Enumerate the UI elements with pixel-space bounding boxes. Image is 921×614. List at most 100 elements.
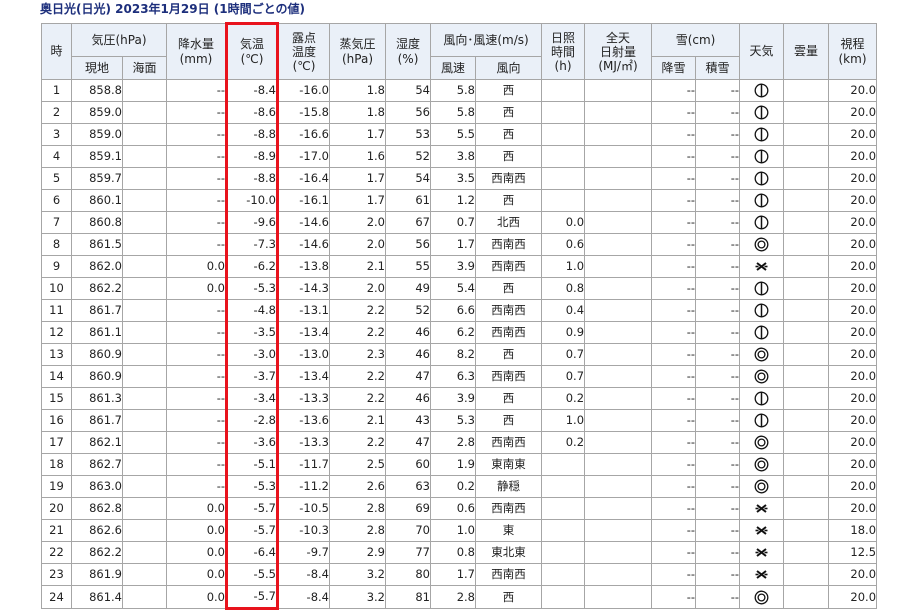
table-row: 6 860.1 -- -10.0 -16.1 1.7 61 1.2 西 -- -- 20.0 [41, 189, 878, 212]
header-snowfall: 降雪 [651, 56, 697, 80]
table-row: 18 862.7 -- -5.1 -11.7 2.5 60 1.9 東南東 -- -- 20.0 [41, 453, 878, 476]
vapor-pressure-cell: 2.1 [329, 255, 386, 278]
pressure-sea-cell [122, 387, 167, 410]
precipitation-cell: -- [166, 343, 227, 366]
radiation-cell [584, 497, 653, 520]
radiation-cell [584, 453, 653, 476]
humidity-cell: 49 [385, 277, 431, 300]
pressure-station-cell: 862.2 [71, 277, 123, 300]
temperature-cell: -3.7 [225, 365, 279, 388]
sunshine-cell: 1.0 [541, 409, 586, 432]
pressure-sea-cell [122, 79, 167, 102]
snow-icon [754, 501, 769, 516]
wind-direction-cell: 西 [474, 101, 543, 124]
cloud-cell [783, 409, 830, 432]
snowfall-cell: -- [651, 123, 697, 146]
pressure-sea-cell [122, 475, 167, 498]
precipitation-cell: -- [166, 453, 227, 476]
visibility-cell: 20.0 [828, 189, 878, 212]
cloud-cell [783, 123, 830, 146]
snow-depth-cell: -- [695, 453, 741, 476]
visibility-cell: 12.5 [828, 541, 878, 564]
snowfall-cell: -- [651, 387, 697, 410]
wind-direction-cell: 西 [474, 145, 543, 168]
cloudy-icon [754, 435, 769, 450]
snowfall-cell: -- [651, 497, 697, 520]
snow-depth-cell: -- [695, 255, 741, 278]
dew-point-cell: -13.6 [277, 409, 330, 432]
snowfall-cell: -- [651, 343, 697, 366]
precipitation-cell: 0.0 [166, 497, 227, 520]
snow-icon [754, 259, 769, 274]
snow-icon [754, 523, 769, 538]
snow-depth-cell: -- [695, 101, 741, 124]
visibility-cell: 20.0 [828, 255, 878, 278]
precipitation-cell: 0.0 [166, 585, 227, 609]
dew-point-cell: -13.4 [277, 365, 330, 388]
cloud-cell [783, 387, 830, 410]
cloudy-icon [754, 237, 769, 252]
wind-direction-cell: 静穏 [474, 475, 543, 498]
cloud-cell [783, 497, 830, 520]
wind-speed-cell: 2.8 [430, 585, 476, 609]
precipitation-cell: -- [166, 79, 227, 102]
sunshine-cell: 0.2 [541, 431, 586, 454]
hour-cell: 15 [41, 387, 72, 410]
dew-point-cell: -8.4 [277, 563, 330, 586]
wind-speed-cell: 5.8 [430, 101, 476, 124]
snow-depth-cell: -- [695, 79, 741, 102]
radiation-cell [584, 233, 653, 256]
humidity-cell: 46 [385, 387, 431, 410]
snow-depth-cell: -- [695, 475, 741, 498]
pressure-station-cell: 859.1 [71, 145, 123, 168]
vapor-pressure-cell: 1.7 [329, 167, 386, 190]
wind-speed-cell: 3.9 [430, 387, 476, 410]
precipitation-cell: -- [166, 233, 227, 256]
snow-depth-cell: -- [695, 167, 741, 190]
precipitation-cell: -- [166, 387, 227, 410]
wind-speed-cell: 1.7 [430, 563, 476, 586]
pressure-station-cell: 860.9 [71, 343, 123, 366]
pressure-sea-cell [122, 563, 167, 586]
pressure-sea-cell [122, 189, 167, 212]
weather-cell [739, 255, 785, 278]
snowfall-cell: -- [651, 519, 697, 542]
dew-point-cell: -15.8 [277, 101, 330, 124]
wind-direction-cell: 東 [474, 519, 543, 542]
precipitation-cell: -- [166, 475, 227, 498]
hour-cell: 17 [41, 431, 72, 454]
snowfall-cell: -- [651, 101, 697, 124]
radiation-cell [584, 255, 653, 278]
precipitation-cell: -- [166, 167, 227, 190]
visibility-cell: 20.0 [828, 167, 878, 190]
visibility-cell: 20.0 [828, 321, 878, 344]
snow-depth-cell: -- [695, 233, 741, 256]
precipitation-cell: 0.0 [166, 255, 227, 278]
weather-cell [739, 123, 785, 146]
wind-speed-cell: 5.4 [430, 277, 476, 300]
hour-cell: 14 [41, 365, 72, 388]
weather-cell [739, 321, 785, 344]
vapor-pressure-cell: 1.8 [329, 101, 386, 124]
sunshine-cell [541, 519, 586, 542]
pressure-station-cell: 862.7 [71, 453, 123, 476]
dew-point-cell: -13.8 [277, 255, 330, 278]
radiation-cell [584, 387, 653, 410]
snowfall-cell: -- [651, 541, 697, 564]
humidity-cell: 60 [385, 453, 431, 476]
pressure-station-cell: 861.7 [71, 409, 123, 432]
dew-point-cell: -8.4 [277, 585, 330, 609]
partly-cloudy-icon [754, 105, 769, 120]
snow-depth-cell: -- [695, 519, 741, 542]
hour-cell: 3 [41, 123, 72, 146]
weather-cell [739, 519, 785, 542]
precipitation-cell: -- [166, 431, 227, 454]
vapor-pressure-cell: 2.9 [329, 541, 386, 564]
wind-speed-cell: 6.3 [430, 365, 476, 388]
hour-cell: 19 [41, 475, 72, 498]
humidity-cell: 55 [385, 255, 431, 278]
table-row: 12 861.1 -- -3.5 -13.4 2.2 46 6.2 西南西 0.9 -- -- 20.0 [41, 321, 878, 344]
weather-cell [739, 79, 785, 102]
pressure-station-cell: 860.8 [71, 211, 123, 234]
wind-speed-cell: 5.8 [430, 79, 476, 102]
